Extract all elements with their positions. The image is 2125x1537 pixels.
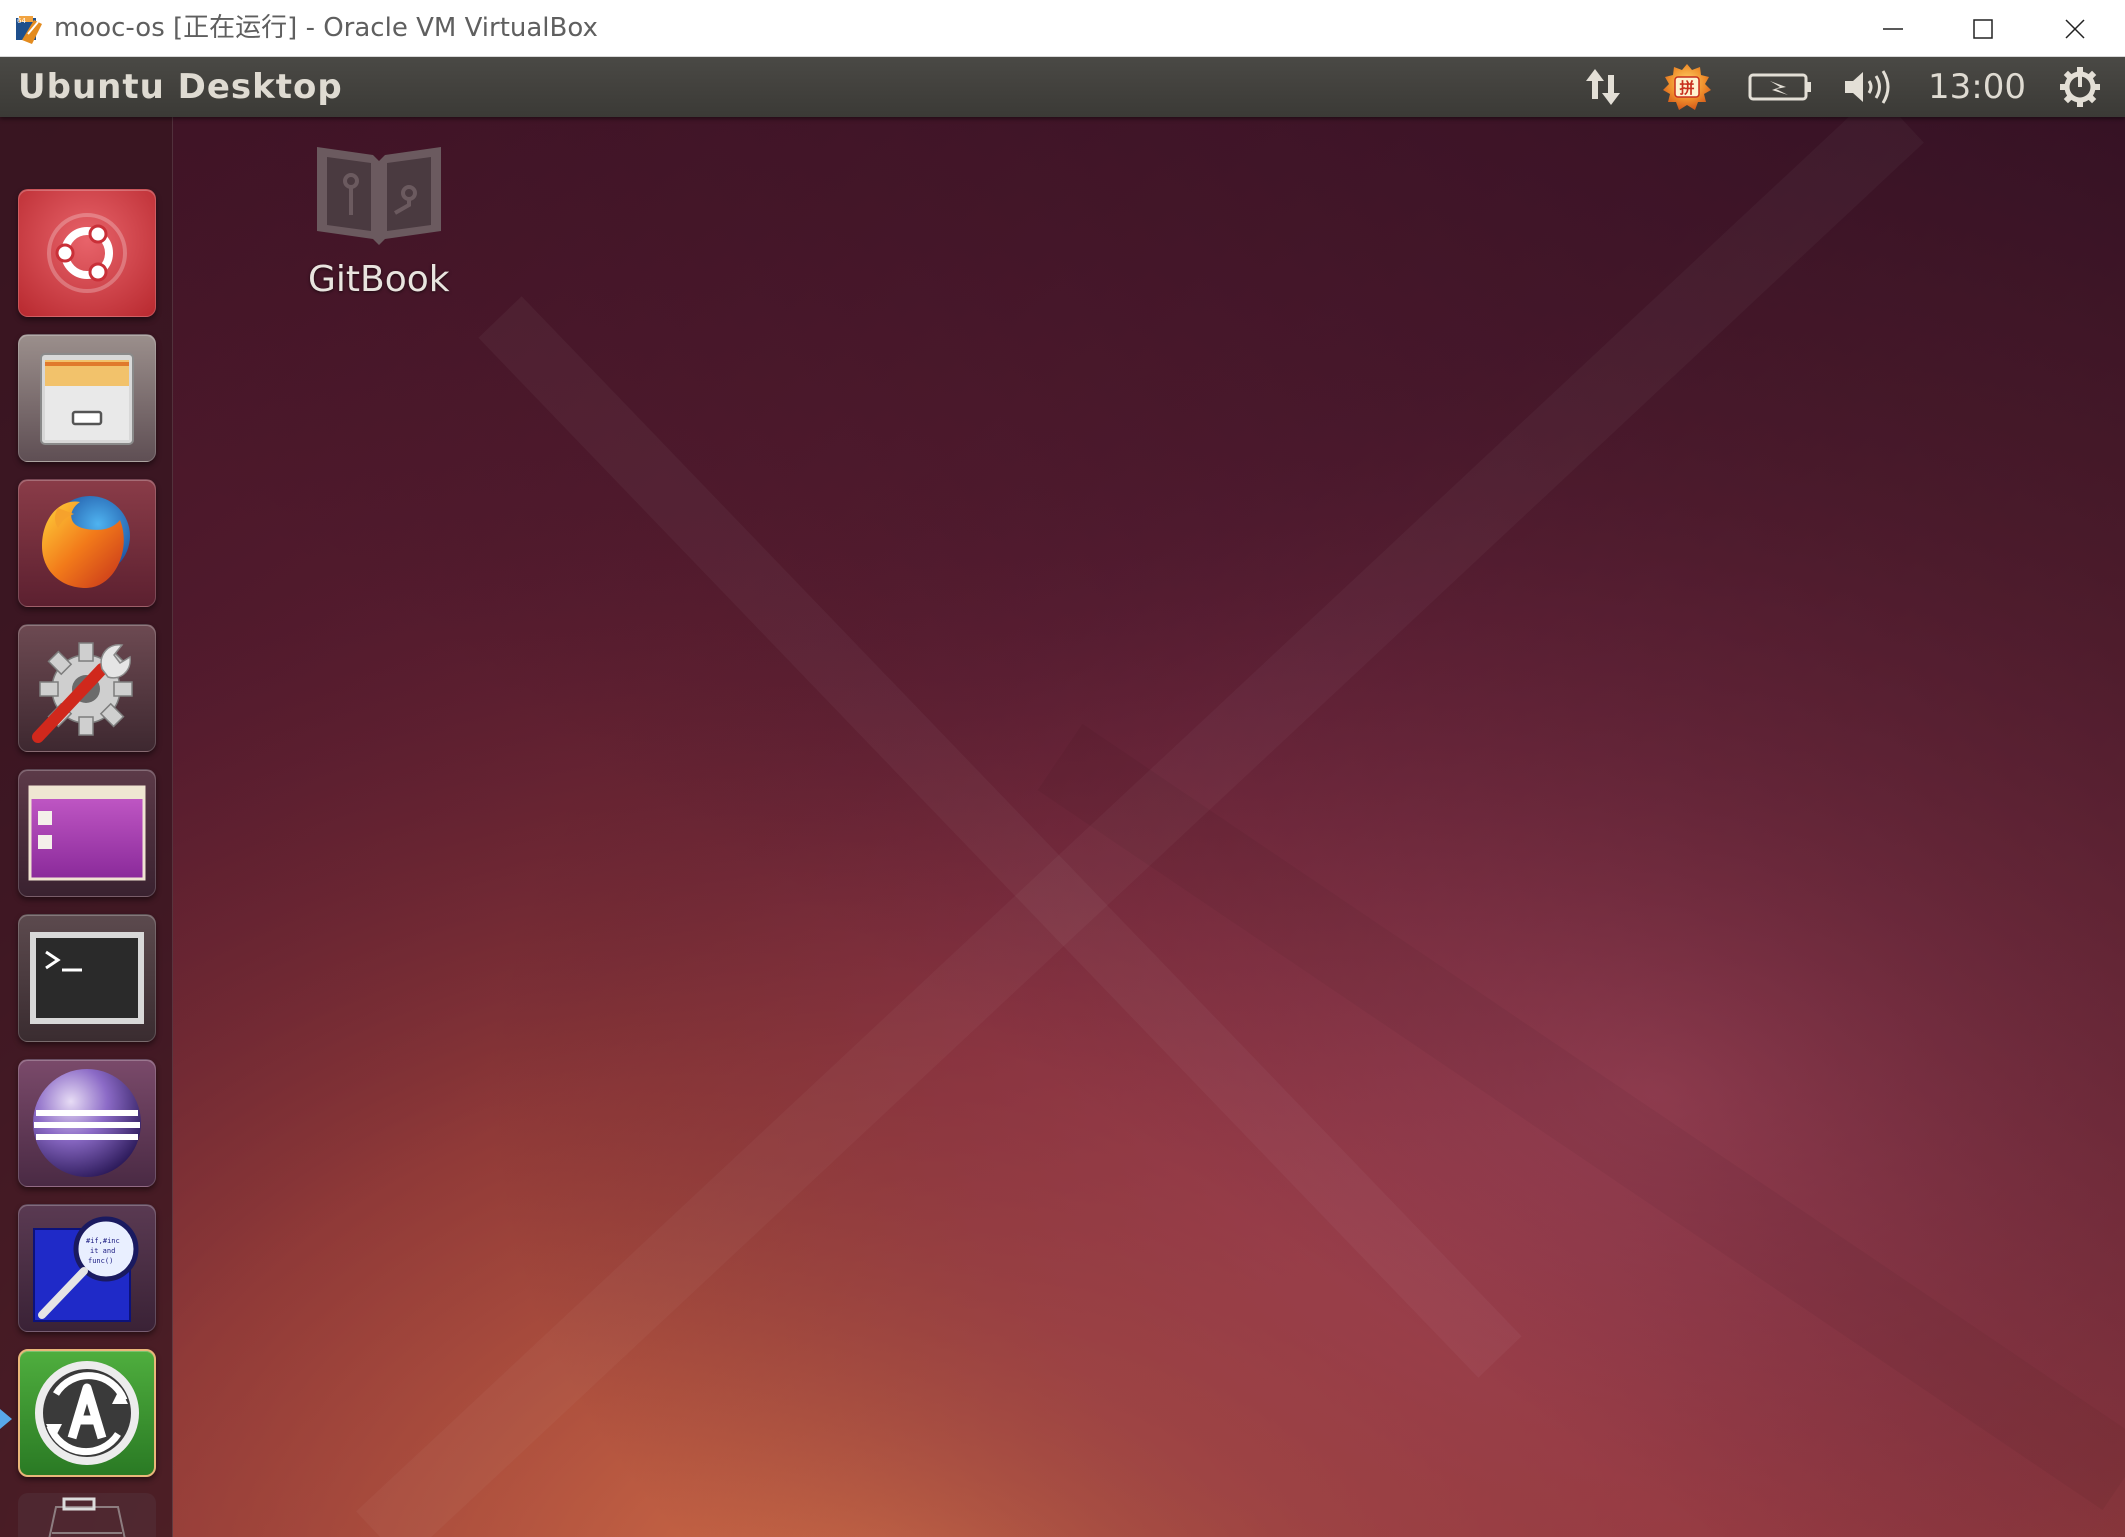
window-titlebar[interactable]: 64 mooc-os [正在运行] - Oracle VM VirtualBox <box>0 0 2125 57</box>
vm-display[interactable]: Ubuntu Desktop 拼 13:00 #if,#inc it and f… <box>0 57 2125 1537</box>
file-cabinet-icon <box>40 353 134 445</box>
launcher-item-terminal[interactable] <box>18 914 156 1042</box>
ime-label: 拼 <box>1679 79 1694 97</box>
volume-icon <box>1845 70 1890 104</box>
launcher-item-software-updater[interactable] <box>18 1349 156 1477</box>
book-icon <box>316 147 441 245</box>
terminal-icon <box>30 932 144 1024</box>
panel-title: Ubuntu Desktop <box>18 67 343 107</box>
launcher-item-trash[interactable] <box>18 1493 156 1537</box>
desktop-icon-gitbook[interactable]: GitBook <box>308 141 450 300</box>
svg-text:func(): func() <box>88 1257 113 1265</box>
battery-indicator[interactable] <box>1746 57 1816 117</box>
virtualbox-app-icon: 64 <box>16 16 42 44</box>
svg-text:it and: it and <box>90 1247 115 1255</box>
clock[interactable]: 13:00 <box>1922 57 2032 117</box>
close-button[interactable] <box>2030 0 2120 57</box>
svg-text:#if,#inc: #if,#inc <box>86 1237 120 1245</box>
window-title: mooc-os [正在运行] - Oracle VM VirtualBox <box>54 13 598 43</box>
battery-icon <box>1748 73 1811 101</box>
network-icon <box>1586 69 1620 105</box>
trash-icon <box>48 1497 126 1537</box>
top-panel: Ubuntu Desktop 拼 13:00 <box>0 57 2125 117</box>
launcher-item-dash-home[interactable] <box>18 189 156 317</box>
eclipse-icon <box>33 1069 141 1177</box>
svg-text:64: 64 <box>17 17 26 25</box>
magnifier-icon: #if,#inc it and func() <box>33 1216 139 1322</box>
volume-indicator[interactable] <box>1838 57 1900 117</box>
launcher: #if,#inc it and func() <box>0 117 173 1537</box>
launcher-item-files[interactable] <box>18 334 156 462</box>
desktop-icon-label: GitBook <box>308 259 450 300</box>
minimize-button[interactable] <box>1848 0 1938 57</box>
workspace-switcher-icon <box>28 785 146 881</box>
launcher-item-code-search[interactable]: #if,#inc it and func() <box>18 1204 156 1332</box>
maximize-button[interactable] <box>1938 0 2028 57</box>
ime-icon: 拼 <box>1663 64 1711 110</box>
session-indicator[interactable] <box>2052 57 2108 117</box>
ime-indicator[interactable]: 拼 <box>1658 57 1716 117</box>
launcher-item-system-settings[interactable] <box>18 624 156 752</box>
network-indicator[interactable] <box>1576 57 1630 117</box>
software-updater-icon <box>35 1361 139 1465</box>
maximize-icon <box>1973 18 1993 39</box>
launcher-item-workspaces[interactable] <box>18 769 156 897</box>
launcher-item-eclipse[interactable] <box>18 1059 156 1187</box>
active-app-indicator <box>0 1409 12 1429</box>
ubuntu-logo-icon <box>47 213 127 293</box>
power-gear-icon <box>2060 67 2100 107</box>
launcher-item-firefox[interactable] <box>18 479 156 607</box>
minimize-icon <box>1883 27 1903 30</box>
firefox-icon <box>42 496 130 588</box>
close-icon <box>2065 18 2085 39</box>
gear-wrench-icon <box>32 642 133 743</box>
